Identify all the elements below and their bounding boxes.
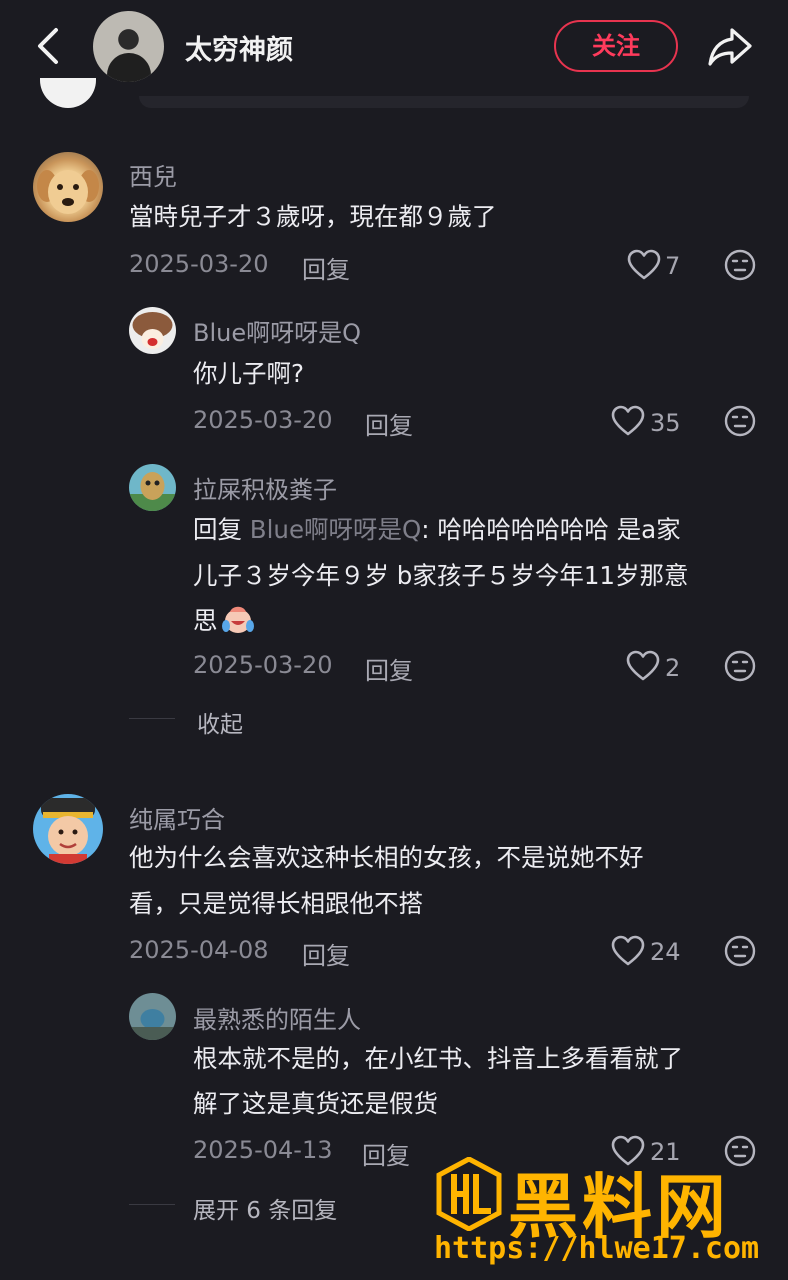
reply-prefix: 回复 (193, 515, 250, 544)
heart-icon[interactable] (611, 405, 645, 437)
dislike-face-icon[interactable] (724, 405, 756, 437)
previous-comment-strip (139, 96, 749, 108)
heart-icon[interactable] (626, 650, 660, 682)
reply-username[interactable]: 拉屎积极粪子 (193, 470, 337, 505)
reply-date: 2025-04-13 (193, 1136, 333, 1164)
follow-button[interactable]: 关注 (554, 20, 678, 72)
author-avatar[interactable] (93, 11, 164, 82)
heart-icon[interactable] (627, 249, 661, 281)
comment-text-line1: 他为什么会喜欢这种长相的女孩，不是说她不好 (129, 843, 644, 872)
back-arrow-icon[interactable] (30, 24, 70, 68)
comment-text: 當時兒子才３歲呀，現在都９歲了 (129, 202, 497, 231)
share-icon[interactable] (706, 24, 754, 68)
mushroom-character-icon (132, 312, 173, 349)
comment-date: 2025-03-20 (129, 250, 269, 278)
divider-line (129, 718, 175, 719)
reply-button[interactable]: 回复 (302, 936, 350, 971)
comment-username[interactable]: 西兒 (129, 157, 177, 192)
top-bar: 太穷神颜 关注 (0, 0, 788, 95)
reply-text-line2: 解了这是真货还是假货 (193, 1089, 438, 1118)
author-name[interactable]: 太穷神颜 (185, 28, 293, 67)
like-count: 2 (665, 654, 681, 682)
collapse-replies-button[interactable]: 收起 (197, 705, 243, 739)
landscape-icon (129, 1009, 176, 1040)
heart-icon[interactable] (611, 935, 645, 967)
comment-username[interactable]: 纯属巧合 (129, 800, 225, 835)
comment-text-line2: 看，只是觉得长相跟他不搭 (129, 889, 423, 918)
like-count: 35 (650, 409, 681, 437)
reply-to-user[interactable]: Blue啊呀呀是Q (250, 515, 422, 544)
reply-button[interactable]: 回复 (362, 1136, 410, 1171)
like-count: 24 (650, 938, 681, 966)
avatar-mushroom[interactable] (129, 307, 176, 354)
watermark: 黑料网 https://hlwe17.com (432, 1155, 772, 1275)
monkey-king-icon (41, 798, 95, 864)
watermark-url: https://hlwe17.com (434, 1231, 760, 1266)
reply-username[interactable]: 最熟悉的陌生人 (193, 1000, 361, 1035)
reply-date: 2025-03-20 (193, 651, 333, 679)
avatar-landscape[interactable] (129, 993, 176, 1040)
expand-replies-button[interactable]: 展开 6 条回复 (193, 1191, 337, 1225)
comment-date: 2025-04-08 (129, 936, 269, 964)
avatar-monkey-king[interactable] (33, 794, 103, 864)
like-count: 7 (665, 252, 681, 280)
reply-text: 你儿子啊? (193, 359, 305, 388)
dislike-face-icon[interactable] (724, 650, 756, 682)
avatar-cartoon[interactable] (129, 464, 176, 511)
divider-line (129, 1204, 175, 1205)
reply-button[interactable]: 回复 (365, 651, 413, 686)
reply-text-line2: 儿子３岁今年９岁 b家孩子５岁今年11岁那意 (193, 561, 689, 590)
reply-button[interactable]: 回复 (302, 250, 350, 285)
previous-avatar-edge (40, 78, 96, 108)
avatar-dog[interactable] (33, 152, 103, 222)
laugh-cry-emoji-icon (221, 606, 254, 633)
dog-face-icon (37, 170, 99, 214)
reply-date: 2025-03-20 (193, 406, 333, 434)
reply-text-line1: : 哈哈哈哈哈哈哈 是a家 (421, 515, 681, 544)
dislike-face-icon[interactable] (724, 249, 756, 281)
cartoon-character-icon (129, 472, 176, 511)
reply-username[interactable]: Blue啊呀呀是Q (193, 313, 361, 348)
reply-text-line3: 思 (193, 598, 256, 644)
reply-text-line1: 根本就不是的，在小红书、抖音上多看看就了 (193, 1044, 683, 1073)
reply-button[interactable]: 回复 (365, 406, 413, 441)
reply-text: 回复 Blue啊呀呀是Q: 哈哈哈哈哈哈哈 是a家 (193, 507, 681, 553)
hl-logo-icon (436, 1157, 502, 1231)
dislike-face-icon[interactable] (724, 935, 756, 967)
